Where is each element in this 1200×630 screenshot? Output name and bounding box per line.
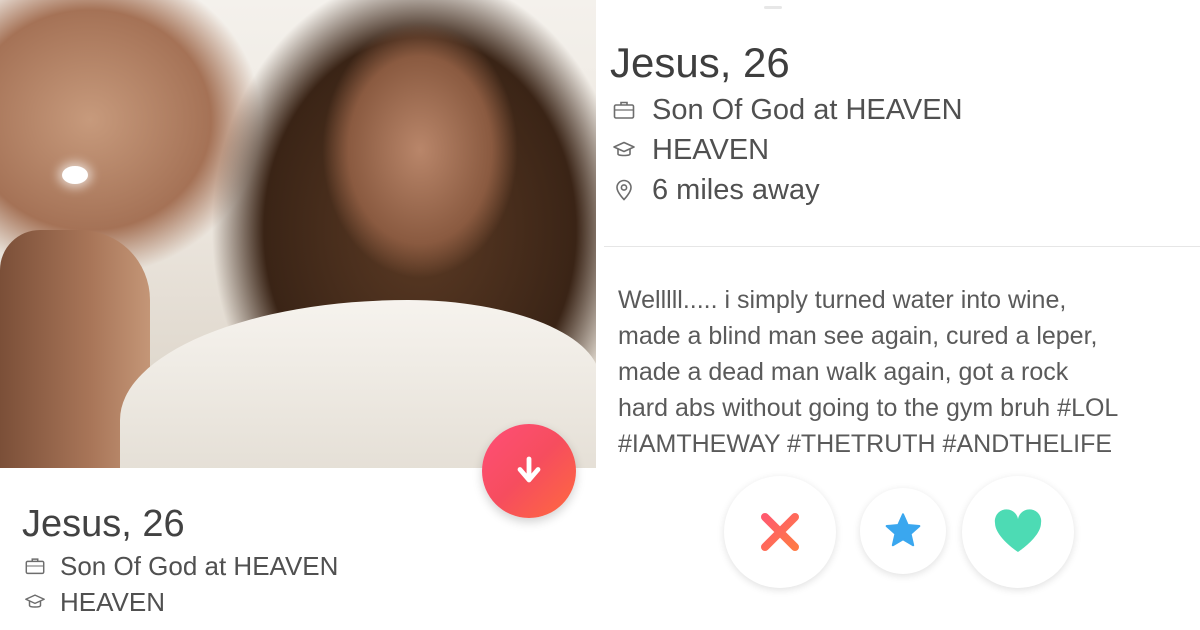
graduation-cap-icon: [610, 136, 638, 164]
super-like-button[interactable]: [860, 488, 946, 574]
card-job: Son Of God at HEAVEN: [60, 551, 339, 581]
details-distance-row: 6 miles away: [610, 170, 1170, 210]
star-icon: [885, 513, 921, 547]
close-icon: [761, 513, 799, 551]
arrow-down-icon: [517, 456, 541, 483]
action-bar: [724, 476, 1084, 588]
graduation-cap-icon: [22, 589, 48, 615]
briefcase-icon: [610, 96, 638, 124]
briefcase-icon: [22, 553, 48, 579]
card-name-age: Jesus, 26: [22, 503, 185, 545]
details-school-row: HEAVEN: [610, 130, 1170, 170]
like-button[interactable]: [962, 476, 1074, 588]
drag-handle[interactable]: [764, 6, 782, 9]
details-job: Son Of God at HEAVEN: [652, 94, 963, 126]
bio-section: Welllll..... i simply turned water into …: [618, 282, 1198, 462]
section-divider: [604, 246, 1200, 247]
profile-card: Jesus, 26 Son Of God at HEAVEN HEAVEN: [0, 0, 596, 630]
heart-icon: [994, 509, 1042, 552]
card-info: Jesus, 26 Son Of God at HEAVEN HEAVEN: [22, 500, 462, 620]
nope-button[interactable]: [724, 476, 836, 588]
card-school: HEAVEN: [60, 587, 165, 617]
profile-details: Jesus, 26 Son Of God at HEAVEN HEAVEN 6 …: [596, 0, 1200, 630]
details-school: HEAVEN: [652, 134, 770, 166]
profile-photo[interactable]: [0, 0, 596, 468]
bio-text: Welllll..... i simply turned water into …: [618, 286, 1119, 458]
photo-palm-light: [62, 166, 88, 184]
details-info: Jesus, 26 Son Of God at HEAVEN HEAVEN 6 …: [610, 36, 1170, 210]
details-distance: 6 miles away: [652, 174, 820, 206]
card-job-row: Son Of God at HEAVEN: [22, 548, 462, 584]
details-name-age: Jesus, 26: [610, 39, 790, 86]
expand-profile-button[interactable]: [482, 424, 576, 518]
location-pin-icon: [610, 176, 638, 204]
card-school-row: HEAVEN: [22, 584, 462, 620]
details-job-row: Son Of God at HEAVEN: [610, 90, 1170, 130]
